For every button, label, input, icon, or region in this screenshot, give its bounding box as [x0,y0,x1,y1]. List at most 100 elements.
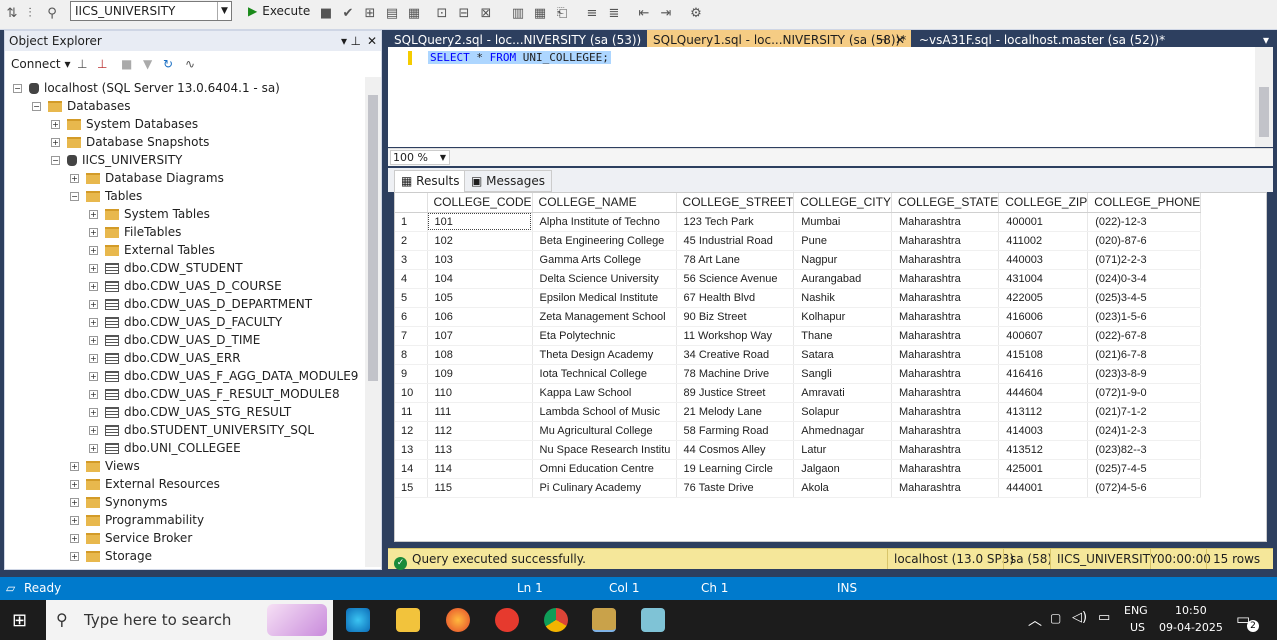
column-header[interactable]: COLLEGE_CITY [793,193,892,213]
tree-node[interactable]: + FileTables [89,223,181,241]
tree-node[interactable]: + dbo.STUDENT_UNIVERSITY_SQL [89,421,314,439]
chevron-down-icon[interactable]: ▼ [440,151,446,164]
grid-cell[interactable]: Eta Polytechnic [532,326,677,346]
grid-cell[interactable]: Beta Engineering College [532,231,677,251]
grid-cell[interactable]: 109 [427,364,533,384]
grid-cell[interactable]: 106 [427,307,533,327]
grid-cell[interactable]: Mu Agricultural College [532,421,677,441]
grid-cell[interactable]: (072)1-9-0 [1087,383,1202,403]
table-row[interactable]: 13 113 Nu Space Research Institu 44 Cosmos … [395,440,1202,460]
grid-cell[interactable]: Maharashtra [891,440,1000,460]
expand-icon[interactable]: + [89,354,98,363]
tree-node[interactable]: + dbo.CDW_UAS_F_RESULT_MODULE8 [89,385,340,403]
grid-cell[interactable]: (020)-87-6 [1087,231,1202,251]
network-icon[interactable]: ▭ [1098,610,1110,625]
table-row[interactable]: 5 105 Epsilon Medical Institute 67 Health B… [395,288,1202,308]
ssms-icon[interactable] [592,608,616,632]
table-row[interactable]: 6 106 Zeta Management School 90 Biz Street K… [395,307,1202,327]
grid-cell[interactable]: 440003 [998,250,1089,270]
clock-time[interactable]: 10:50 [1175,604,1207,617]
row-number[interactable]: 1 [395,212,428,232]
volume-icon[interactable]: ◁) [1072,610,1087,625]
tree-node[interactable]: + dbo.CDW_STUDENT [89,259,243,277]
grid-results-icon[interactable]: ▦ [532,6,548,22]
grid-cell[interactable]: (025)7-4-5 [1087,459,1202,479]
row-number[interactable]: 12 [395,421,428,441]
results-to-text-icon[interactable]: ▤ [384,6,400,22]
grid-cell[interactable]: Nashik [793,288,892,308]
stop-icon[interactable]: ■ [121,53,132,75]
grid-cell[interactable]: Latur [793,440,892,460]
grid-cell[interactable]: 415108 [998,345,1089,365]
clock-date[interactable]: 09-04-2025 [1159,621,1223,634]
tree-node[interactable]: + dbo.CDW_UAS_D_DEPARTMENT [89,295,312,313]
tree-node[interactable]: + Programmability [70,511,204,529]
grid-cell[interactable]: 413512 [998,440,1089,460]
table-row[interactable]: 7 107 Eta Polytechnic 11 Workshop Way Thane M… [395,326,1202,346]
expand-icon[interactable]: + [70,516,79,525]
pin-icon[interactable]: ⊥ [351,31,361,51]
expand-icon[interactable]: + [70,552,79,561]
chevron-down-icon[interactable]: ▼ [217,2,231,20]
expand-icon[interactable]: + [70,462,79,471]
grid-cell[interactable]: Pi Culinary Academy [532,478,677,498]
taskbar-search[interactable]: ⚲ Type here to search [46,600,333,640]
grid-cell[interactable]: Maharashtra [891,231,1000,251]
tree-node[interactable]: + dbo.CDW_UAS_D_FACULTY [89,313,282,331]
tree-node[interactable]: + dbo.CDW_UAS_STG_RESULT [89,403,291,421]
grid-cell[interactable]: 102 [427,231,533,251]
language-label[interactable]: ENG [1124,604,1148,617]
row-number[interactable]: 9 [395,364,428,384]
grid-cell[interactable]: Delta Science University [532,269,677,289]
tab-messages[interactable]: ▣ Messages [464,170,553,192]
grid-cell[interactable]: Jalgaon [793,459,892,479]
grid-cell[interactable]: (024)1-2-3 [1087,421,1202,441]
device-icon[interactable]: ▢ [1050,611,1061,625]
grid-cell[interactable]: Gamma Arts College [532,250,677,270]
grid-cell[interactable]: 444001 [998,478,1089,498]
tree-node[interactable]: − localhost (SQL Server 13.0.6404.1 - sa) [13,79,280,97]
grid-cell[interactable]: Maharashtra [891,250,1000,270]
grid-cell[interactable]: Maharashtra [891,364,1000,384]
grid-cell[interactable]: 90 Biz Street [676,307,795,327]
grid-cell[interactable]: Solapur [793,402,892,422]
row-number[interactable]: 6 [395,307,428,327]
file-explorer-icon[interactable] [396,608,420,632]
pin-dropdown-icon[interactable]: ▾ [341,31,347,51]
grid-cell[interactable]: 89 Justice Street [676,383,795,403]
wps-icon[interactable] [495,608,519,632]
grid-cell[interactable]: Aurangabad [793,269,892,289]
grid-cell[interactable]: 34 Creative Road [676,345,795,365]
region-label[interactable]: US [1130,621,1145,634]
tree-node[interactable]: − Tables [70,187,142,205]
grid-cell[interactable]: Omni Education Centre [532,459,677,479]
grid-cell[interactable]: Maharashtra [891,326,1000,346]
grid-cell[interactable]: 411002 [998,231,1089,251]
grid-cell[interactable]: 400607 [998,326,1089,346]
table-row[interactable]: 8 108 Theta Design Academy 34 Creative Road… [395,345,1202,365]
tree-scrollbar-thumb[interactable] [368,95,378,381]
grid-cell[interactable]: 416006 [998,307,1089,327]
zoom-select[interactable]: 100 % ▼ [390,150,450,165]
tree-node[interactable]: + System Tables [89,205,210,223]
grid-cell[interactable]: 67 Health Blvd [676,288,795,308]
grid-cell[interactable]: 44 Cosmos Alley [676,440,795,460]
disconnect-icon[interactable]: ⊥ [97,53,107,75]
grid-cell[interactable]: (023)3-8-9 [1087,364,1202,384]
row-number[interactable]: 13 [395,440,428,460]
grid-cell[interactable]: 107 [427,326,533,346]
close-icon[interactable]: ✕ [367,31,377,51]
grid-cell[interactable]: Ahmednagar [793,421,892,441]
expand-icon[interactable]: + [89,300,98,309]
grid-cell[interactable]: 103 [427,250,533,270]
expand-icon[interactable]: + [89,408,98,417]
include-plan-icon[interactable]: ⊟ [456,6,472,22]
expand-icon[interactable]: + [89,390,98,399]
expand-icon[interactable]: + [70,534,79,543]
firefox-icon[interactable] [446,608,470,632]
grid-cell[interactable]: 21 Melody Lane [676,402,795,422]
row-number[interactable]: 7 [395,326,428,346]
execute-button[interactable]: ▶ Execute [248,2,310,20]
grid-cell[interactable]: (024)0-3-4 [1087,269,1202,289]
grid-cell[interactable]: (025)3-4-5 [1087,288,1202,308]
